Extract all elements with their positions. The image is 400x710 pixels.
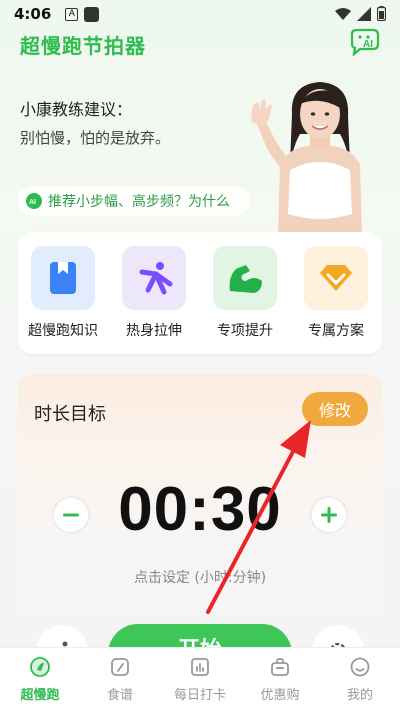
bag-icon [269, 656, 291, 678]
status-time: 4:06 [14, 5, 52, 23]
muscle-icon [213, 246, 277, 310]
status-bar: 4:06 A [0, 0, 400, 28]
run-icon [29, 656, 51, 678]
nav-item-recipes[interactable]: 食谱 [80, 648, 160, 710]
ai-assistant-button[interactable]: AI [348, 28, 382, 57]
plus-icon [321, 507, 337, 523]
recipe-icon [109, 656, 131, 678]
ai-chat-icon: AI [350, 28, 380, 57]
profile-icon [349, 656, 371, 678]
feature-plan[interactable]: 专属方案 [291, 246, 381, 340]
increase-button[interactable] [310, 496, 348, 534]
nav-label: 我的 [346, 688, 373, 703]
feature-label: 超慢跑知识 [28, 323, 98, 339]
signal-icon [357, 6, 371, 21]
calendar-chart-icon [189, 656, 211, 678]
nav-label: 超慢跑 [20, 688, 60, 703]
diamond-icon [304, 246, 368, 310]
ai-tip-icon: AI [26, 193, 42, 209]
stretch-icon [122, 246, 186, 310]
feature-knowledge[interactable]: 超慢跑知识 [18, 246, 108, 340]
book-icon [31, 246, 95, 310]
feature-improve[interactable]: 专项提升 [200, 246, 290, 340]
coach-avatar-image [251, 82, 362, 239]
notification-a-letter: A [68, 9, 75, 19]
duration-goal-title: 时长目标 [34, 404, 106, 425]
ai-label: AI [363, 39, 373, 50]
battery-icon [377, 6, 386, 21]
svg-text:AI: AI [29, 199, 36, 206]
nav-item-daily-checkin[interactable]: 每日打卡 [160, 648, 240, 710]
modify-button[interactable]: 修改 [302, 392, 368, 426]
nav-item-profile[interactable]: 我的 [320, 648, 400, 710]
feature-label: 专项提升 [217, 323, 273, 339]
nav-label: 优惠购 [260, 688, 300, 703]
features-card: 超慢跑知识 热身拉伸 专项提升 专属方案 [18, 232, 382, 354]
coach-advice: 别怕慢，怕的是放弃。 [20, 129, 171, 147]
feature-label: 专属方案 [308, 323, 364, 339]
tip-banner[interactable]: AI 推荐小步幅、高步频？为什么 [18, 186, 250, 216]
nav-label: 每日打卡 [173, 688, 226, 703]
nav-item-super-slow-run[interactable]: 超慢跑 [0, 648, 80, 710]
coach-label: 小康教练建议： [20, 100, 133, 119]
duration-hint: 点击设定 (小时:分钟) [133, 570, 267, 586]
nav-item-deals[interactable]: 优惠购 [240, 648, 320, 710]
app-title: 超慢跑节拍器 [20, 34, 146, 58]
bottom-nav: 超慢跑 食谱 每日打卡 优惠购 我的 [0, 647, 400, 710]
tip-text: 推荐小步幅、高步频？为什么 [48, 194, 230, 210]
feature-label: 热身拉伸 [126, 323, 182, 339]
nav-label: 食谱 [106, 688, 133, 703]
wifi-icon [335, 7, 351, 20]
feature-warmup[interactable]: 热身拉伸 [109, 246, 199, 340]
notification-app-icon [84, 6, 100, 22]
notification-a-icon: A [65, 7, 79, 21]
